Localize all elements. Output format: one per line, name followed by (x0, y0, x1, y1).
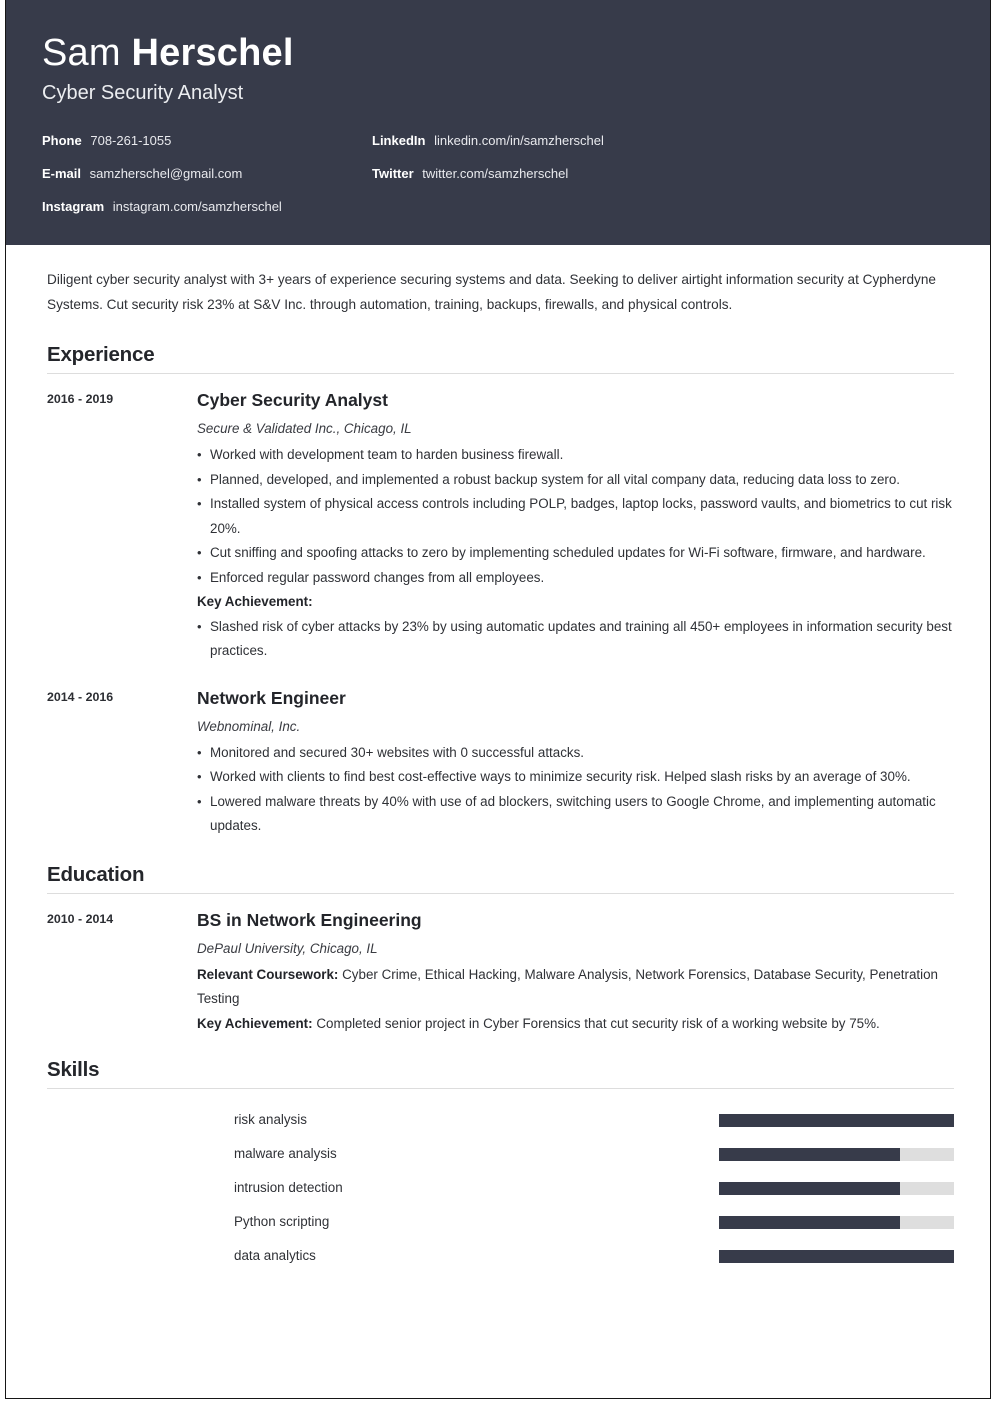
skill-level-fill (719, 1147, 900, 1161)
experience-dates: 2014 - 2016 (47, 689, 114, 704)
list-item: Enforced regular password changes from a… (197, 566, 954, 591)
skill-bar-holder (394, 1215, 954, 1229)
contact-email-value[interactable]: samzherschel@gmail.com (90, 166, 243, 181)
list-item: Worked with development team to harden b… (197, 443, 954, 468)
contact-phone-value[interactable]: 708-261-1055 (90, 133, 171, 148)
education-achievement-value: Completed senior project in Cyber Forens… (316, 1015, 880, 1031)
skill-level-track (719, 1215, 954, 1229)
contact-instagram-label: Instagram (42, 199, 105, 214)
skill-label: intrusion detection (234, 1180, 343, 1195)
candidate-name: Sam Herschel (42, 30, 954, 76)
skill-row: data analytics (42, 1239, 954, 1273)
education-section-title: Education (47, 862, 145, 886)
contact-email: E-mail samzherschel@gmail.com (42, 165, 372, 182)
experience-job-title: Cyber Security Analyst (197, 390, 388, 410)
key-achievement-label: Key Achievement: (197, 594, 313, 609)
contact-instagram-value[interactable]: instagram.com/samzherschel (113, 199, 282, 214)
contact-phone-label: Phone (42, 133, 82, 148)
skill-bar-holder (394, 1181, 954, 1195)
list-item: Worked with clients to find best cost-ef… (197, 765, 954, 790)
education-entry: 2010 - 2014 BS in Network Engineering De… (42, 908, 954, 1037)
list-item: Cut sniffing and spoofing attacks to zer… (197, 541, 954, 566)
experience-entry-body: Cyber Security Analyst Secure & Validate… (197, 388, 954, 664)
experience-section: Experience 2016 - 2019 Cyber Security An… (42, 343, 954, 839)
resume-sheet: Sam Herschel Cyber Security Analyst Phon… (5, 0, 991, 1399)
experience-job-title: Network Engineer (197, 687, 346, 708)
skill-row: intrusion detection (42, 1171, 954, 1205)
education-section: Education 2010 - 2014 BS in Network Engi… (42, 863, 954, 1037)
experience-company: Secure & Validated Inc., Chicago, IL (197, 421, 412, 436)
list-item: Lowered malware threats by 40% with use … (197, 790, 954, 839)
skill-level-track (719, 1249, 954, 1263)
education-school: DePaul University, Chicago, IL (197, 940, 378, 956)
contact-column-left: Phone 708-261-1055 E-mail samzherschel@g… (42, 132, 372, 215)
contact-twitter-value[interactable]: twitter.com/samzherschel (422, 166, 568, 181)
skill-level-fill (719, 1249, 954, 1263)
skill-level-fill (719, 1215, 900, 1229)
candidate-job-title: Cyber Security Analyst (42, 82, 244, 104)
skill-bar-holder (394, 1113, 954, 1127)
skills-section-title: Skills (47, 1058, 100, 1081)
contact-linkedin-value[interactable]: linkedin.com/in/samzherschel (434, 133, 604, 148)
list-item: Slashed risk of cyber attacks by 23% by … (197, 615, 954, 664)
skill-level-fill (719, 1181, 900, 1195)
skill-level-track (719, 1113, 954, 1127)
section-divider (47, 1088, 954, 1089)
education-coursework-label: Relevant Coursework: (197, 966, 339, 982)
skill-level-track (719, 1181, 954, 1195)
section-divider (47, 373, 954, 374)
education-dates: 2010 - 2014 (47, 911, 114, 926)
resume-header: Sam Herschel Cyber Security Analyst Phon… (6, 0, 990, 245)
contact-phone: Phone 708-261-1055 (42, 132, 372, 149)
experience-entry: 2016 - 2019 Cyber Security Analyst Secur… (42, 388, 954, 664)
experience-entry-body: Network Engineer Webnominal, Inc. Monito… (197, 686, 954, 839)
experience-section-title: Experience (47, 343, 155, 366)
skill-bar-holder (394, 1147, 954, 1161)
contact-linkedin: LinkedIn linkedin.com/in/samzherschel (372, 132, 792, 149)
experience-entry: 2014 - 2016 Network Engineer Webnominal,… (42, 686, 954, 839)
skill-label: Python scripting (234, 1214, 330, 1229)
contact-twitter-label: Twitter (372, 166, 414, 181)
resume-body: Diligent cyber security analyst with 3+ … (6, 267, 990, 1273)
skill-label: malware analysis (234, 1146, 337, 1161)
last-name: Herschel (131, 32, 294, 74)
skill-bar-holder (394, 1249, 954, 1263)
experience-bullet-list: Monitored and secured 30+ websites with … (197, 741, 954, 839)
list-item: Installed system of physical access cont… (197, 492, 954, 541)
skills-section: Skills risk analysis malware analysis in… (42, 1058, 954, 1273)
contact-instagram: Instagram instagram.com/samzherschel (42, 198, 372, 215)
education-degree: BS in Network Engineering (197, 909, 422, 930)
contact-twitter: Twitter twitter.com/samzherschel (372, 165, 792, 182)
list-item: Planned, developed, and implemented a ro… (197, 468, 954, 493)
experience-dates: 2016 - 2019 (47, 392, 114, 406)
experience-company: Webnominal, Inc. (197, 718, 301, 734)
education-achievement: Key Achievement: Completed senior projec… (197, 1012, 954, 1037)
skills-list: risk analysis malware analysis intrusion… (42, 1103, 954, 1273)
professional-summary: Diligent cyber security analyst with 3+ … (47, 272, 936, 312)
contact-column-right: LinkedIn linkedin.com/in/samzherschel Tw… (372, 132, 792, 182)
contact-email-label: E-mail (42, 166, 82, 181)
skill-label: risk analysis (234, 1112, 307, 1127)
first-name: Sam (42, 32, 121, 74)
contact-block: Phone 708-261-1055 E-mail samzherschel@g… (42, 132, 954, 215)
skill-level-track (719, 1147, 954, 1161)
list-item: Monitored and secured 30+ websites with … (197, 741, 954, 766)
skill-row: risk analysis (42, 1103, 954, 1137)
education-entry-body: BS in Network Engineering DePaul Univers… (197, 908, 954, 1037)
key-achievement-list: Slashed risk of cyber attacks by 23% by … (197, 615, 954, 664)
skill-level-fill (719, 1113, 954, 1127)
experience-bullet-list: Worked with development team to harden b… (197, 443, 954, 590)
education-coursework: Relevant Coursework: Cyber Crime, Ethica… (197, 963, 954, 1012)
section-divider (47, 892, 954, 894)
resume-page: Sam Herschel Cyber Security Analyst Phon… (0, 0, 996, 1406)
skill-row: malware analysis (42, 1137, 954, 1171)
skill-row: Python scripting (42, 1205, 954, 1239)
education-achievement-label: Key Achievement: (197, 1015, 313, 1031)
skill-label: data analytics (234, 1248, 316, 1263)
contact-linkedin-label: LinkedIn (372, 133, 426, 148)
